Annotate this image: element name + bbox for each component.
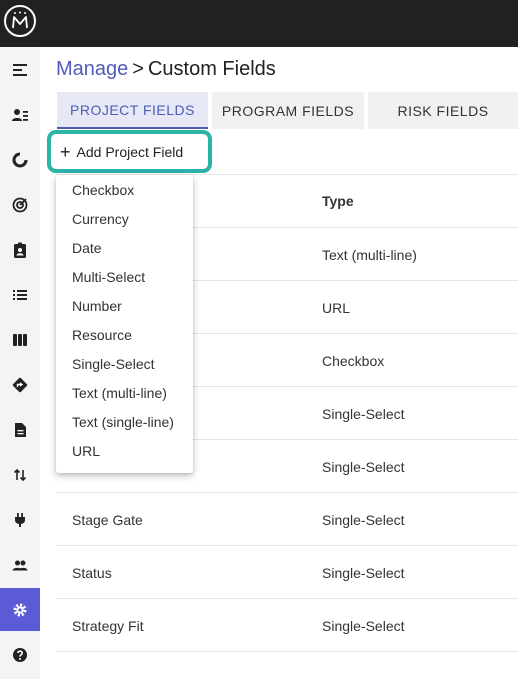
people-icon: [12, 560, 28, 571]
breadcrumb-separator: >: [132, 58, 144, 80]
sidebar-item-help[interactable]: [0, 635, 40, 675]
table-row[interactable]: Status Single-Select: [56, 546, 518, 599]
menu-collapse-icon: [13, 64, 27, 76]
directions-icon: [12, 377, 28, 393]
field-name-cell: Strategy Fit: [72, 617, 144, 634]
sidebar-item-integrations[interactable]: [0, 500, 40, 540]
sidebar-item-menu[interactable]: [0, 50, 40, 90]
help-icon: [13, 648, 27, 662]
breadcrumb-manage-link[interactable]: Manage: [56, 58, 128, 80]
sidebar-item-goals[interactable]: [0, 185, 40, 225]
clipboard-user-icon: [14, 242, 26, 258]
crown-m-icon: [12, 11, 28, 29]
menu-item-date[interactable]: Date: [56, 233, 193, 262]
menu-item-checkbox[interactable]: Checkbox: [56, 175, 193, 204]
table-row[interactable]: Strategy Fit Single-Select: [56, 599, 518, 652]
breadcrumb: Manage > Custom Fields: [56, 58, 276, 82]
sidebar-item-sort[interactable]: [0, 455, 40, 495]
tab-risk-fields[interactable]: RISK FIELDS: [368, 92, 518, 129]
sidebar: [0, 47, 40, 679]
sidebar-item-roadmap[interactable]: [0, 365, 40, 405]
field-name-cell: Status: [72, 564, 112, 581]
field-type-cell: Single-Select: [322, 511, 405, 528]
menu-item-number[interactable]: Number: [56, 291, 193, 320]
menu-item-url[interactable]: URL: [56, 436, 193, 465]
tab-program-fields[interactable]: PROGRAM FIELDS: [212, 92, 364, 129]
app-logo[interactable]: [4, 5, 36, 37]
sidebar-item-assignments[interactable]: [0, 230, 40, 270]
menu-item-currency[interactable]: Currency: [56, 204, 193, 233]
document-icon: [15, 423, 26, 437]
field-type-cell: Single-Select: [322, 405, 405, 422]
field-name-cell: Stage Gate: [72, 511, 143, 528]
menu-item-single-select[interactable]: Single-Select: [56, 349, 193, 378]
menu-item-text-single-line[interactable]: Text (single-line): [56, 407, 193, 436]
table-row[interactable]: Stage Gate Single-Select: [56, 493, 518, 546]
plug-icon: [15, 513, 25, 527]
sidebar-item-resources[interactable]: [0, 95, 40, 135]
field-type-cell: Single-Select: [322, 458, 405, 475]
field-type-cell: Single-Select: [322, 564, 405, 581]
field-type-cell: Checkbox: [322, 352, 385, 369]
sidebar-item-documents[interactable]: [0, 410, 40, 450]
top-bar: [0, 0, 518, 47]
user-list-icon: [12, 109, 28, 121]
sidebar-item-settings[interactable]: [0, 588, 40, 631]
field-type-cell: URL: [322, 299, 351, 316]
menu-item-resource[interactable]: Resource: [56, 320, 193, 349]
sidebar-item-people[interactable]: [0, 545, 40, 585]
board-columns-icon: [13, 334, 27, 346]
target-icon: [12, 197, 28, 213]
sidebar-item-board[interactable]: [0, 320, 40, 360]
sidebar-item-list[interactable]: [0, 275, 40, 315]
gear-icon: [13, 603, 27, 616]
sidebar-item-dashboard[interactable]: [0, 140, 40, 180]
menu-item-multi-select[interactable]: Multi-Select: [56, 262, 193, 291]
add-project-field-button[interactable]: + Add Project Field: [60, 138, 200, 165]
list-icon: [13, 290, 27, 300]
donut-chart-icon: [12, 152, 28, 168]
tab-project-fields[interactable]: PROJECT FIELDS: [57, 92, 208, 129]
plus-icon: +: [60, 141, 71, 162]
menu-item-text-multi-line[interactable]: Text (multi-line): [56, 378, 193, 407]
field-type-cell: Single-Select: [322, 617, 405, 634]
type-column-header[interactable]: Type: [322, 193, 354, 209]
sort-arrows-icon: [13, 468, 27, 482]
page-title: Custom Fields: [147, 58, 276, 80]
field-type-dropdown-menu: Checkbox Currency Date Multi-Select Numb…: [56, 175, 193, 473]
field-type-cell: Text (multi-line): [322, 246, 417, 263]
add-project-field-label: Add Project Field: [76, 143, 184, 160]
